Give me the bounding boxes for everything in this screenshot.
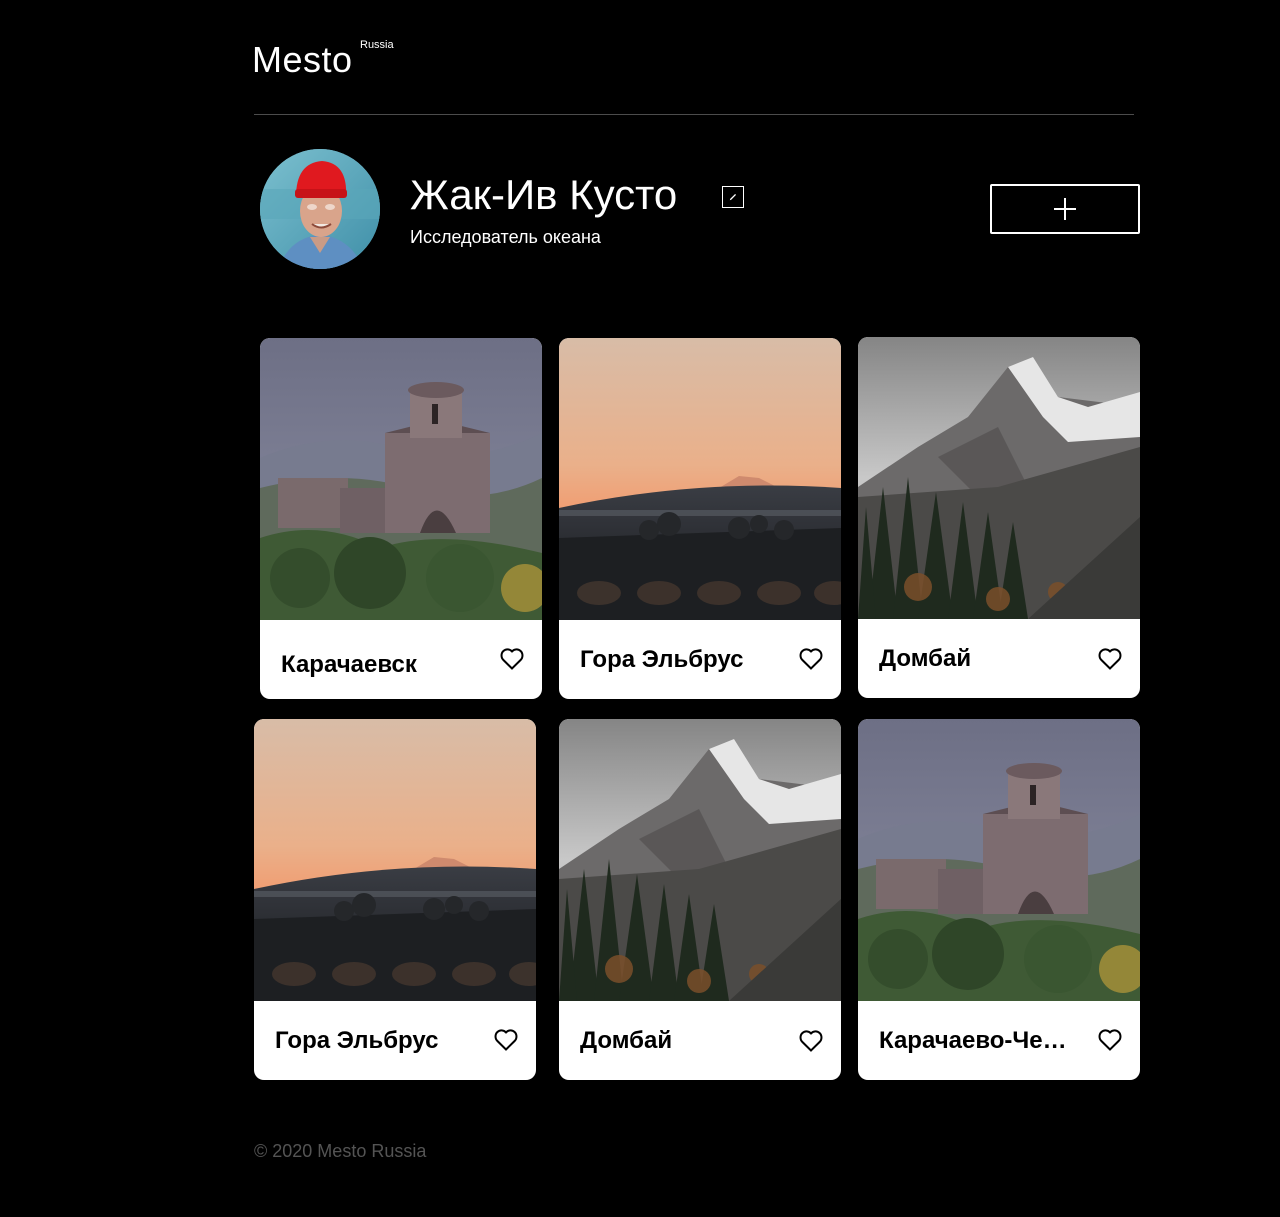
card-image[interactable] <box>559 719 841 1001</box>
heart-icon <box>799 1030 823 1052</box>
logo-superscript: Russia <box>360 39 394 51</box>
avatar[interactable] <box>260 149 380 269</box>
like-button[interactable] <box>1098 1029 1122 1051</box>
card-image[interactable] <box>858 719 1140 1001</box>
profile-about: Исследователь океана <box>410 227 601 247</box>
edit-profile-button[interactable] <box>722 186 744 208</box>
card-title: Гора Эльбрус <box>580 646 744 673</box>
heart-icon <box>500 648 524 670</box>
card-image[interactable] <box>254 719 536 1001</box>
card-image[interactable] <box>858 337 1140 619</box>
heart-icon <box>799 648 823 670</box>
like-button[interactable] <box>500 648 524 670</box>
pencil-icon <box>729 193 737 201</box>
footer-copyright: © 2020 Mesto Russia <box>254 1141 427 1161</box>
card-title: Домбай <box>879 645 972 672</box>
plus-icon <box>1054 198 1076 220</box>
card-title: Гора Эльбрус <box>275 1027 439 1054</box>
add-card-button[interactable] <box>990 184 1140 234</box>
logo: Mesto Russia <box>252 38 394 82</box>
logo-text: Mesto <box>252 39 353 80</box>
header-divider <box>254 114 1134 115</box>
card-image[interactable] <box>260 338 542 620</box>
page: Mesto Russia Жак-Ив Кусто Исследователь … <box>0 0 1280 1217</box>
profile-name: Жак-Ив Кусто <box>410 171 678 218</box>
like-button[interactable] <box>799 1030 823 1052</box>
card-image[interactable] <box>559 338 841 620</box>
card: Домбай <box>858 337 1140 698</box>
like-button[interactable] <box>799 648 823 670</box>
card-title: Домбай <box>580 1027 673 1054</box>
heart-icon <box>1098 648 1122 670</box>
card: Домбай <box>559 719 841 1080</box>
heart-icon <box>494 1029 518 1051</box>
like-button[interactable] <box>494 1029 518 1051</box>
card: Гора Эльбрус <box>254 719 536 1080</box>
card: Гора Эльбрус <box>559 338 841 699</box>
card: Карачаевск <box>260 338 542 699</box>
card-title: Карачаевск <box>281 651 417 678</box>
heart-icon <box>1098 1029 1122 1051</box>
card-title: Карачаево-Черкесия <box>879 1027 1069 1054</box>
avatar-photo <box>260 149 380 269</box>
like-button[interactable] <box>1098 648 1122 670</box>
card: Карачаево-Черкесия <box>858 719 1140 1080</box>
